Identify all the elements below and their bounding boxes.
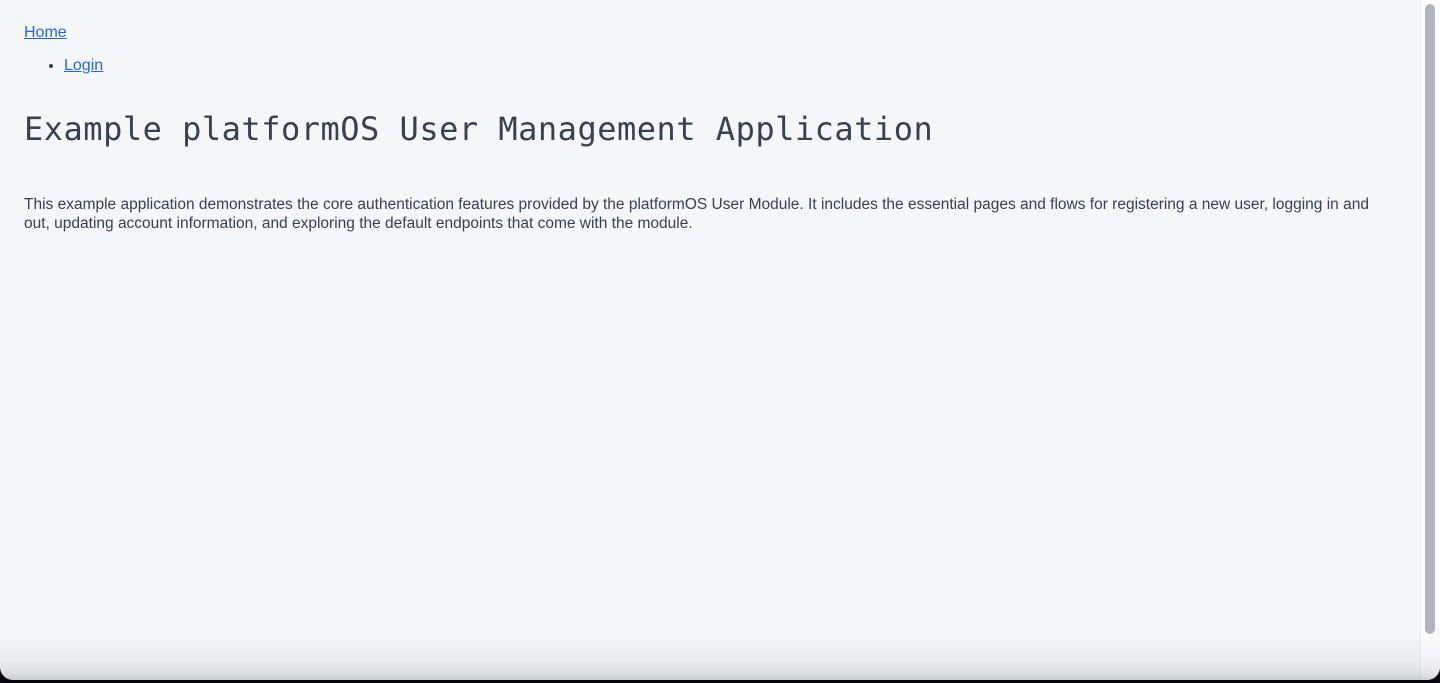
login-link[interactable]: Login xyxy=(64,57,103,74)
scrollbar-track[interactable] xyxy=(1420,0,1440,680)
nav-list: Login xyxy=(24,56,1396,75)
home-link[interactable]: Home xyxy=(24,24,67,41)
browser-viewport: Home Login Example platformOS User Manag… xyxy=(0,0,1440,680)
scrollbar-thumb[interactable] xyxy=(1425,4,1435,634)
page-title: Example platformOS User Management Appli… xyxy=(24,111,1396,148)
page-description: This example application demonstrates th… xyxy=(24,195,1396,233)
list-item: Login xyxy=(64,56,1396,75)
page-content: Home Login Example platformOS User Manag… xyxy=(0,0,1440,233)
home-row: Home xyxy=(24,23,1396,42)
window-bottom-shadow xyxy=(0,634,1440,680)
